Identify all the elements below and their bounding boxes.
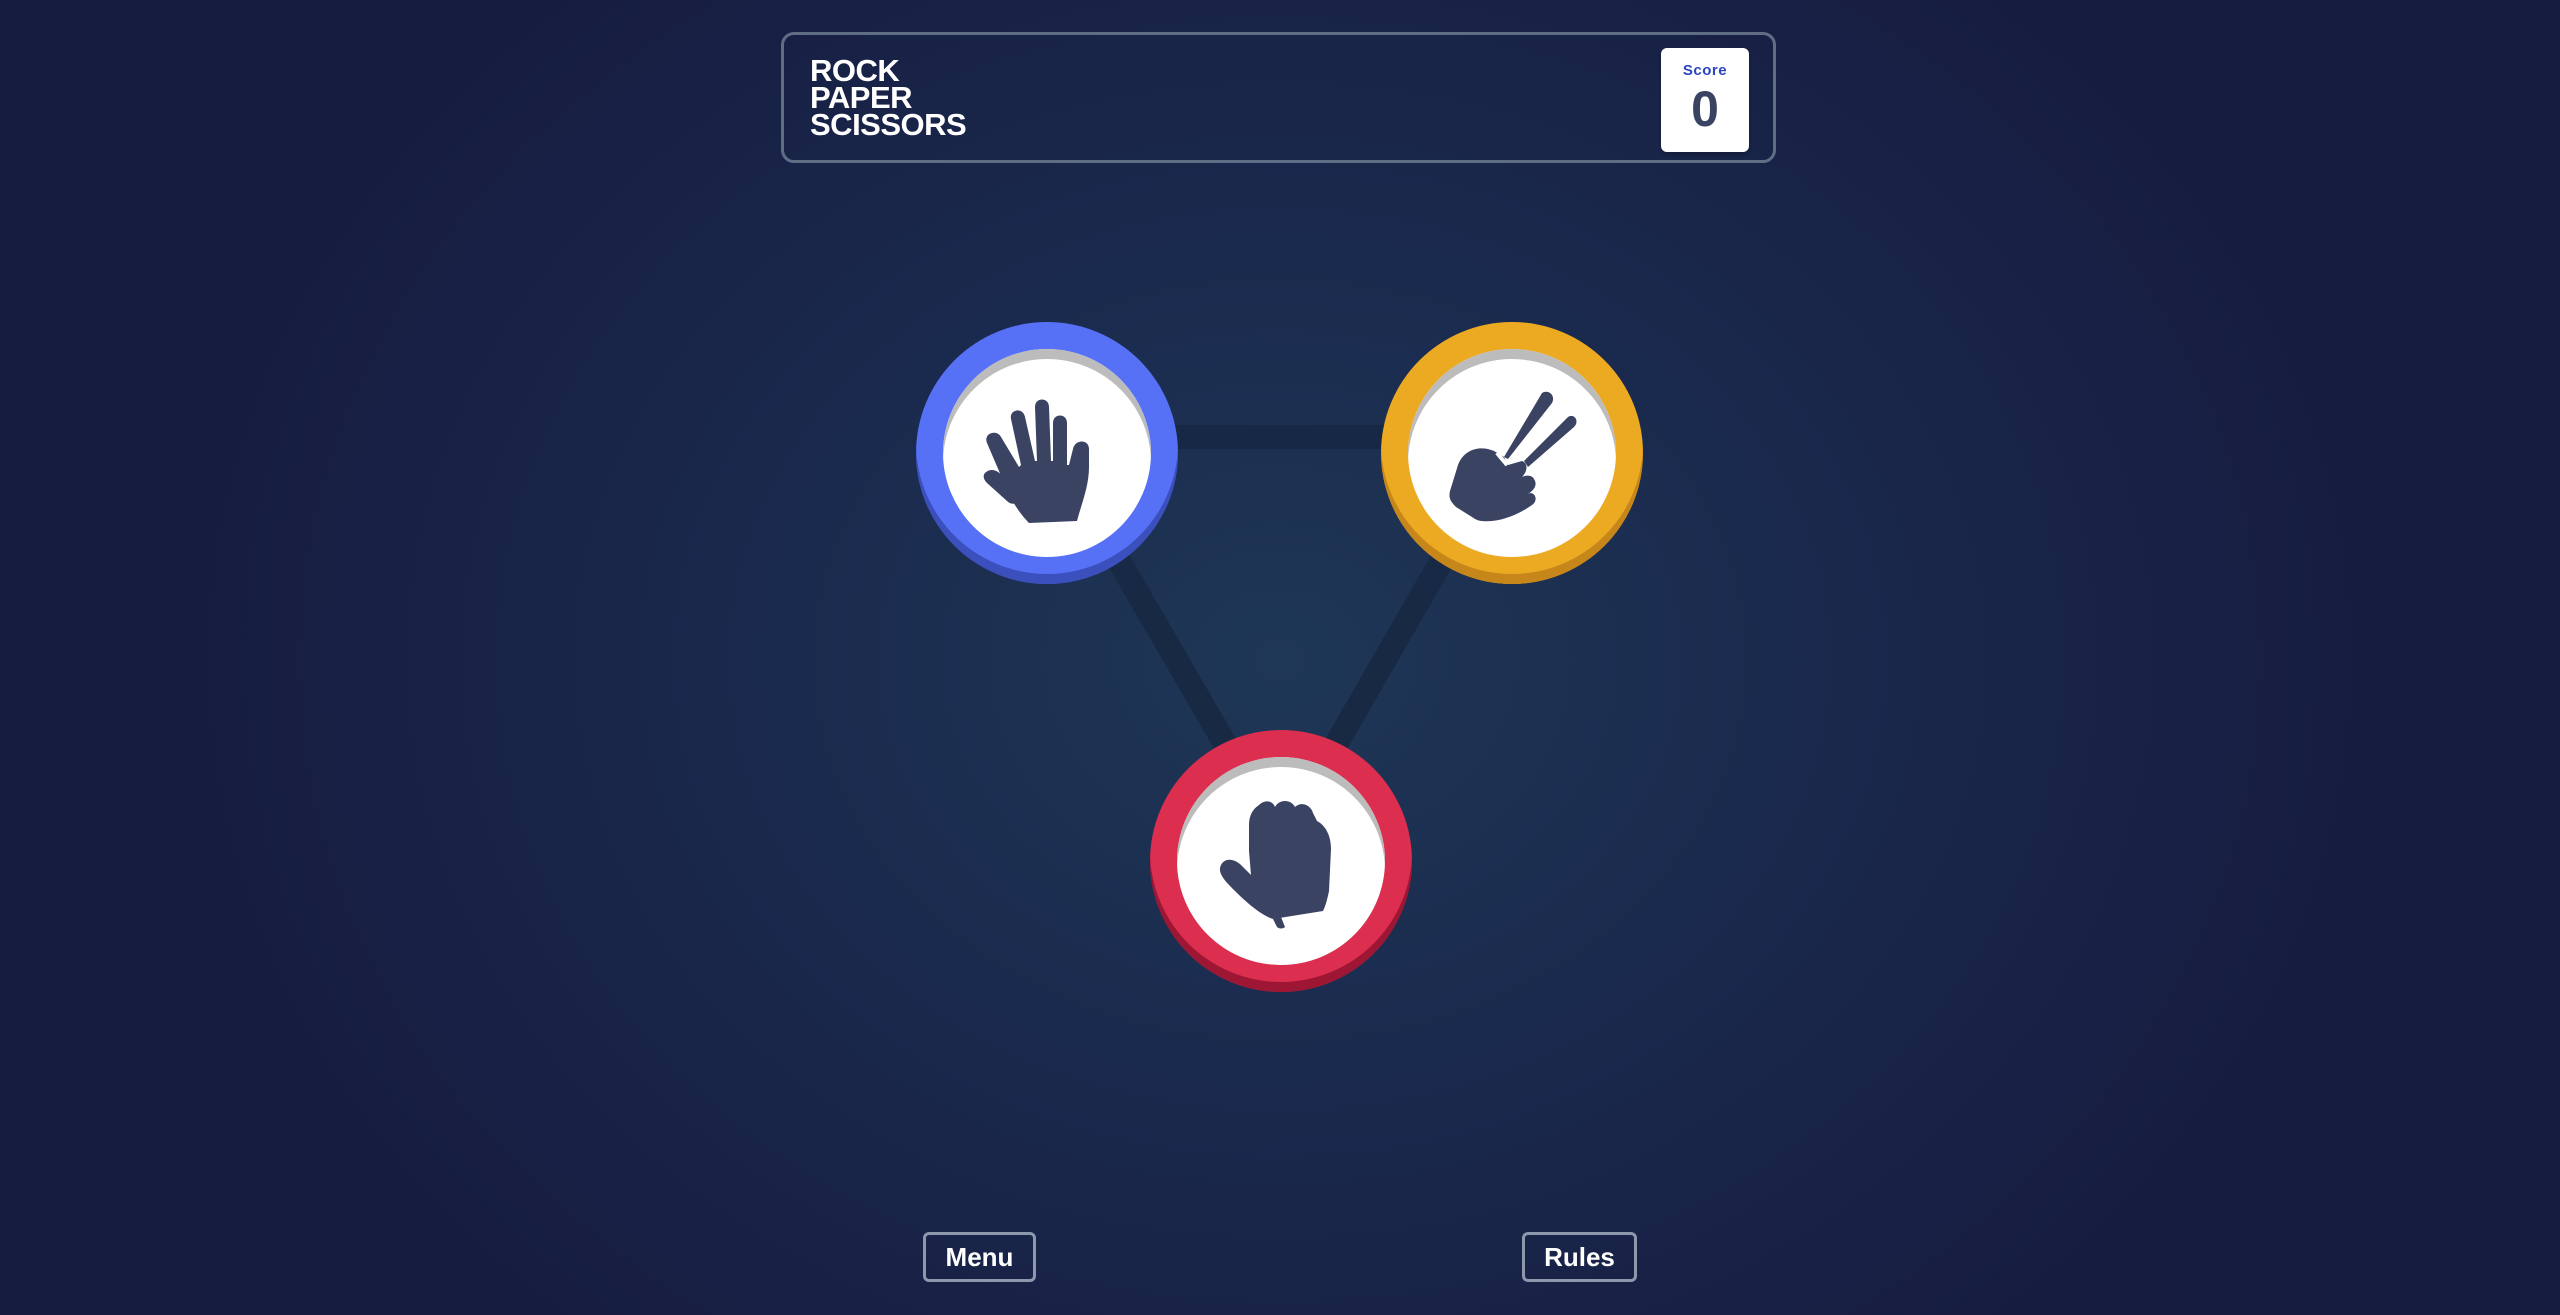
paper-hand-icon: [983, 399, 1089, 523]
game-board: [0, 0, 2560, 1315]
rules-button[interactable]: Rules: [1522, 1232, 1637, 1282]
rock-disc: [1177, 757, 1385, 965]
rock-button[interactable]: [1150, 730, 1412, 992]
paper-disc: [943, 349, 1151, 557]
scissors-hand-icon: [1449, 391, 1577, 522]
rock-fist-icon: [1219, 801, 1331, 929]
scissors-disc: [1408, 349, 1616, 557]
paper-button[interactable]: [916, 322, 1178, 584]
menu-button[interactable]: Menu: [923, 1232, 1036, 1282]
scissors-button[interactable]: [1381, 322, 1643, 584]
triangle-connector: [1035, 425, 1525, 852]
